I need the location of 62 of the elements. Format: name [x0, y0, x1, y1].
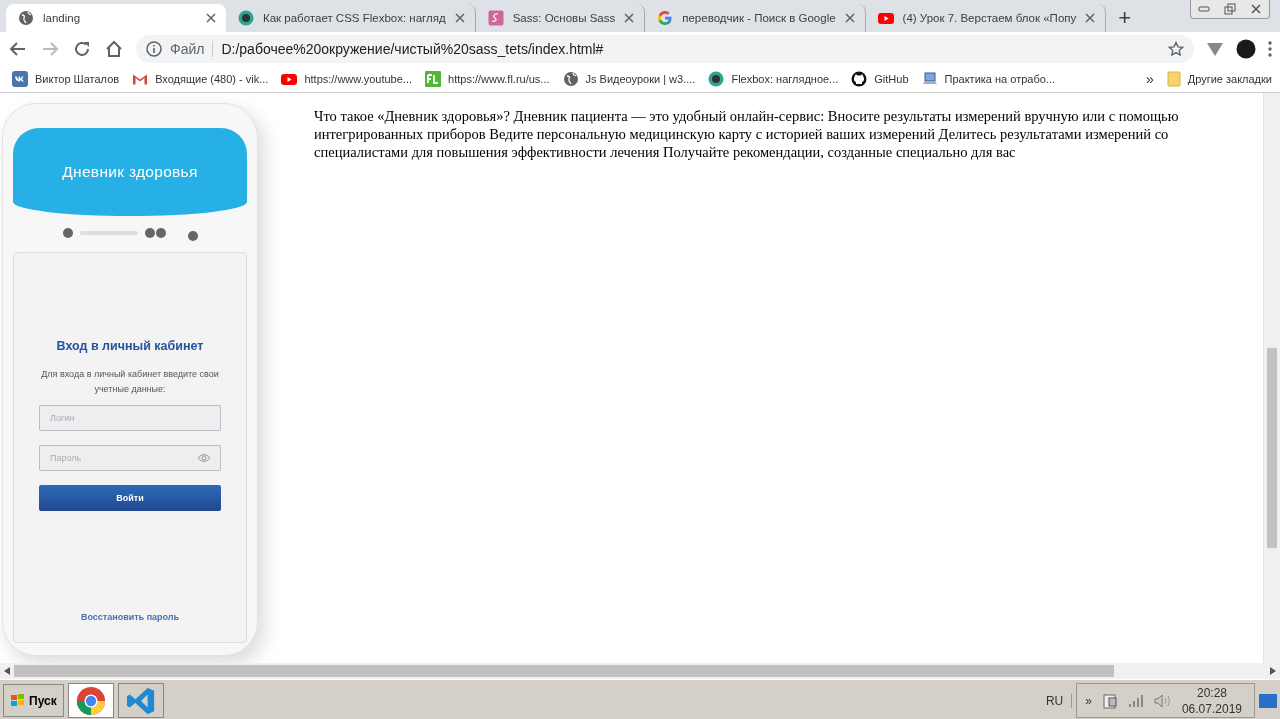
extension-icon[interactable] [1206, 40, 1224, 57]
bookmark-link[interactable]: Входящие (480) - vik... [155, 72, 269, 85]
clock-date: 06.07.2019 [1181, 700, 1242, 717]
taskbar-app[interactable] [67, 683, 114, 718]
app-title: Дневник здоровья [62, 163, 198, 181]
taskbar-app[interactable] [117, 683, 164, 718]
clock-time: 20:28 [1196, 684, 1227, 701]
tray-expand-button[interactable]: » [1085, 693, 1092, 708]
bookmark-link[interactable]: https://www.fl.ru/us... [448, 72, 550, 85]
new-tab-button[interactable]: + [1106, 4, 1144, 32]
login-button[interactable]: Войти [39, 485, 221, 511]
round-logo-icon [708, 70, 725, 87]
horizontal-scrollbar[interactable] [0, 663, 1280, 679]
vertical-scrollbar[interactable] [1263, 93, 1280, 663]
laptop-icon [921, 70, 938, 87]
folder-icon [1166, 70, 1181, 87]
show-desktop-icon[interactable] [1259, 693, 1277, 708]
login-hint: Для входа в личный кабинет введите свои учетные данные: [40, 368, 220, 396]
bookmark-folder[interactable]: Другие закладки [1187, 72, 1272, 85]
login-heading: Вход в личный кабинет [56, 339, 204, 353]
close-icon[interactable] [1085, 13, 1096, 23]
fl-logo-icon [425, 70, 442, 87]
code-editor-logo-icon [125, 685, 156, 716]
start-button[interactable]: Пуск [3, 684, 64, 717]
home-icon[interactable] [104, 38, 124, 59]
close-icon[interactable] [844, 13, 855, 23]
close-icon[interactable] [454, 13, 465, 23]
globe-icon [562, 70, 579, 87]
google-logo-icon [657, 10, 674, 26]
close-icon[interactable] [624, 13, 635, 23]
bookmark-link[interactable]: Js Видеоуроки | w3.... [585, 72, 696, 85]
bookmark-link[interactable]: Flexbox: наглядное... [731, 72, 839, 85]
menu-icon[interactable] [1268, 40, 1272, 57]
close-icon[interactable] [206, 13, 216, 23]
bookmark-link[interactable]: Практика на отрабо... [944, 72, 1056, 85]
sass-logo-icon [487, 10, 504, 26]
more-bookmarks-button[interactable]: » [1145, 70, 1154, 87]
description-paragraph: Что такое «Дневник здоровья»? Дневник пациента — это удобный онлайн-сервис: Вносите результаты измерений вручную или с помощью интегрированных приборов Ведите персональную медицинскую карту с историей ваших измерений Делитесь результатами измерений со специалистами для повышения эффективности лечения Получайте рекомендации, созданные специально для вас [313, 107, 1180, 162]
restore-password-link[interactable]: Восстановить пароль [80, 612, 180, 622]
profile-avatar-icon[interactable] [1236, 38, 1256, 59]
login-field[interactable]: Логин [39, 405, 221, 431]
chrome-logo-icon [75, 685, 106, 716]
play-logo-icon [877, 10, 894, 26]
language-indicator[interactable]: RU [1037, 693, 1073, 708]
globe-icon [18, 10, 34, 26]
bookmark-link[interactable]: https://www.youtube... [304, 72, 413, 85]
scheme-label: Файл [170, 40, 214, 57]
info-icon [146, 40, 162, 57]
speaker-icon[interactable] [1153, 693, 1172, 708]
scroll-left-icon[interactable] [4, 667, 10, 675]
clipboard-icon[interactable] [1101, 692, 1118, 709]
password-field[interactable]: Пароль [39, 445, 221, 471]
address-bar[interactable]: Файл D:/рабочее%20окружение/чистый%20sass_tets/index.html# [136, 34, 1194, 63]
round-logo-icon [238, 10, 254, 26]
scroll-right-icon[interactable] [1270, 667, 1276, 675]
vk-logo-icon [12, 70, 28, 87]
browser-tab[interactable]: landing [6, 4, 226, 32]
star-icon[interactable] [1168, 40, 1184, 57]
windows-logo-icon [10, 693, 26, 708]
bookmark-link[interactable]: Виктор Шаталов [35, 72, 120, 85]
url-text: D:/рабочее%20окружение/чистый%20sass_tets/index.html# [221, 40, 605, 57]
bookmark-link[interactable]: GitHub [874, 72, 909, 85]
